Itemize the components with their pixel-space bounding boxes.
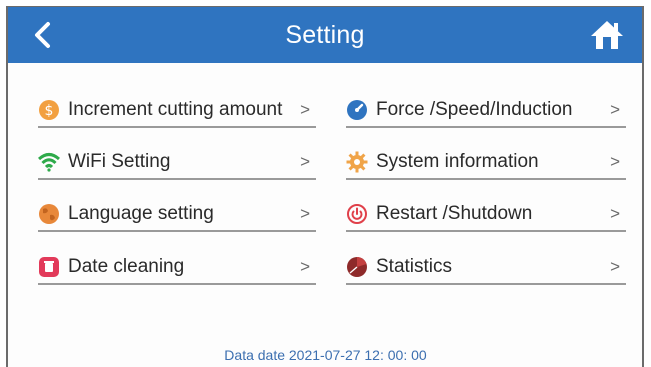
- menu-item-system-information[interactable]: System information >: [346, 146, 626, 180]
- menu-item-language-setting[interactable]: Language setting >: [38, 198, 316, 232]
- svg-text:$: $: [45, 103, 54, 119]
- trash-icon: [39, 257, 59, 277]
- dollar-coin-icon: $: [39, 100, 59, 120]
- wifi-icon: [38, 153, 60, 172]
- data-date-text: Data date 2021-07-27 12: 00: 00: [224, 347, 427, 363]
- menu-item-label: Force /Speed/Induction: [376, 99, 573, 120]
- menu-item-wifi-setting[interactable]: WiFi Setting >: [38, 146, 316, 180]
- chevron-right-icon: >: [610, 257, 620, 276]
- menu-item-label: Restart /Shutdown: [376, 203, 533, 224]
- page-title: Setting: [285, 20, 365, 49]
- chevron-left-icon: [35, 22, 50, 48]
- home-icon: [591, 21, 623, 49]
- chevron-right-icon: >: [610, 100, 620, 119]
- home-button[interactable]: [590, 19, 624, 51]
- globe-icon: [39, 204, 59, 224]
- menu-item-label: Increment cutting amount: [68, 99, 283, 120]
- power-icon: [347, 204, 367, 224]
- chevron-right-icon: >: [610, 152, 620, 171]
- chevron-right-icon: >: [610, 204, 620, 223]
- menu-item-label: Date cleaning: [68, 256, 185, 277]
- pie-chart-icon: [347, 257, 367, 277]
- menu-item-statistics[interactable]: Statistics >: [346, 251, 626, 285]
- header-bar: Setting: [8, 7, 642, 63]
- chevron-right-icon: >: [300, 152, 310, 171]
- menu-item-label: Statistics: [376, 256, 453, 277]
- menu-item-force-speed-induction[interactable]: Force /Speed/Induction >: [346, 94, 626, 128]
- menu-item-label: System information: [376, 151, 539, 172]
- menu-item-label: WiFi Setting: [68, 151, 171, 172]
- back-button[interactable]: [30, 21, 56, 49]
- menu-item-increment-cutting-amount[interactable]: $ Increment cutting amount >: [38, 94, 316, 128]
- chevron-right-icon: >: [300, 100, 310, 119]
- chevron-right-icon: >: [300, 204, 310, 223]
- menu-item-restart-shutdown[interactable]: Restart /Shutdown >: [346, 198, 626, 232]
- chevron-right-icon: >: [300, 257, 310, 276]
- gear-icon: [346, 151, 368, 173]
- gauge-icon: [347, 100, 367, 120]
- menu-item-label: Language setting: [68, 203, 214, 224]
- menu-item-date-cleaning[interactable]: Date cleaning >: [38, 251, 316, 285]
